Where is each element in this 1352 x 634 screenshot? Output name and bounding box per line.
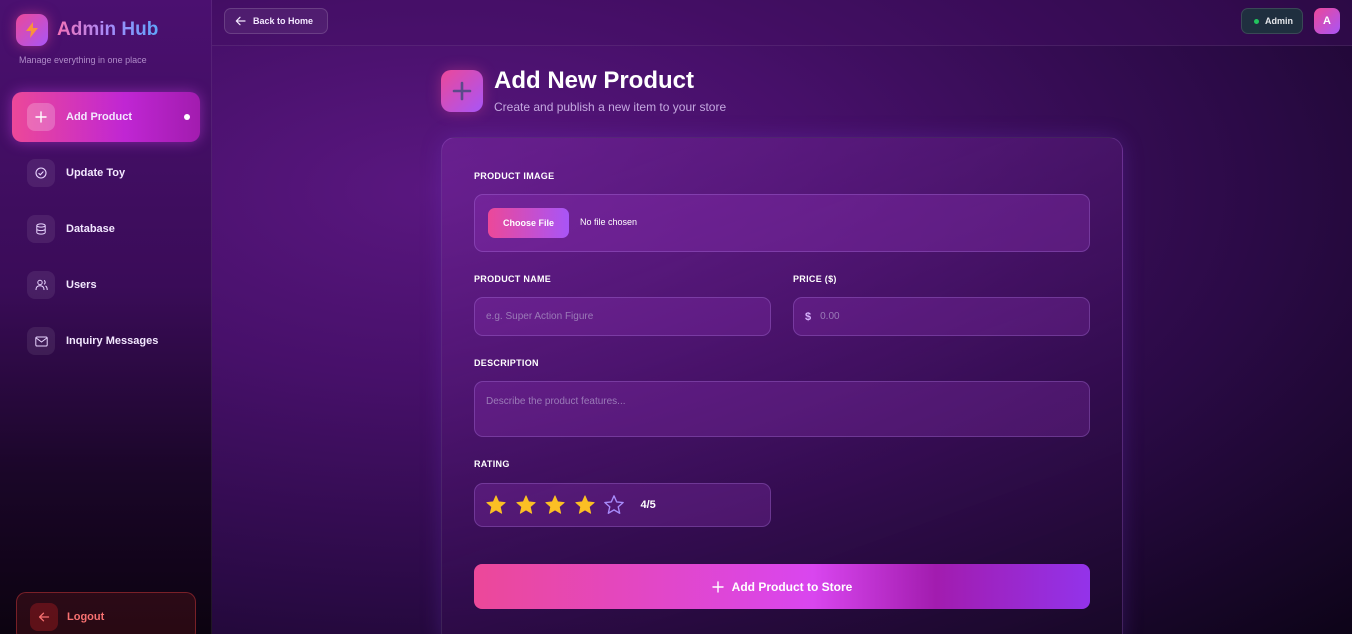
product-name-input[interactable]: e.g. Super Action Figure bbox=[474, 297, 771, 336]
description-textarea[interactable]: Describe the product features... bbox=[474, 381, 1090, 437]
users-icon bbox=[27, 271, 55, 299]
main-content: Back to Home Admin A Add New Product Cre… bbox=[212, 0, 1352, 634]
rating-selector: 4/5 bbox=[474, 483, 771, 527]
sidebar-item-label: Database bbox=[66, 223, 115, 235]
back-to-home-button[interactable]: Back to Home bbox=[224, 8, 328, 34]
mail-icon bbox=[27, 327, 55, 355]
star-filled-icon[interactable] bbox=[544, 494, 566, 516]
arrow-left-icon bbox=[235, 16, 246, 26]
star-empty-icon[interactable] bbox=[603, 494, 625, 516]
sidebar-nav: Add Product Update Toy Database Users In… bbox=[12, 92, 200, 372]
avatar[interactable]: A bbox=[1314, 8, 1340, 34]
product-form-card: PRODUCT IMAGE Choose File No file chosen… bbox=[441, 137, 1123, 634]
sidebar-item-inquiry-messages[interactable]: Inquiry Messages bbox=[12, 316, 200, 366]
star-filled-icon[interactable] bbox=[485, 494, 507, 516]
arrow-left-icon bbox=[30, 603, 58, 631]
choose-file-button[interactable]: Choose File bbox=[488, 208, 569, 238]
star-filled-icon[interactable] bbox=[515, 494, 537, 516]
sidebar-item-users[interactable]: Users bbox=[12, 260, 200, 310]
description-label: DESCRIPTION bbox=[474, 358, 539, 368]
sidebar: Admin Hub Manage everything in one place… bbox=[0, 0, 212, 634]
page-title: Add New Product bbox=[494, 67, 695, 94]
price-input[interactable]: $ 0.00 bbox=[793, 297, 1090, 336]
brand-title: Admin Hub bbox=[57, 19, 159, 40]
brand: Admin Hub bbox=[16, 14, 158, 46]
check-circle-icon bbox=[27, 159, 55, 187]
price-label: PRICE ($) bbox=[793, 274, 837, 284]
sidebar-item-label: Add Product bbox=[66, 111, 132, 123]
admin-label: Admin bbox=[1265, 16, 1293, 26]
product-name-placeholder: e.g. Super Action Figure bbox=[486, 311, 594, 322]
dollar-icon: $ bbox=[805, 310, 812, 323]
logout-button[interactable]: Logout bbox=[16, 592, 196, 634]
sidebar-item-add-product[interactable]: Add Product bbox=[12, 92, 200, 142]
top-bar: Back to Home Admin A bbox=[212, 0, 1352, 46]
rating-label: RATING bbox=[474, 459, 510, 469]
page-subtitle: Create and publish a new item to your st… bbox=[494, 100, 727, 114]
database-icon bbox=[27, 215, 55, 243]
sidebar-item-database[interactable]: Database bbox=[12, 204, 200, 254]
description-placeholder: Describe the product features... bbox=[486, 396, 626, 407]
brand-subtitle: Manage everything in one place bbox=[19, 55, 147, 65]
submit-label: Add Product to Store bbox=[731, 579, 853, 594]
product-image-input[interactable]: Choose File No file chosen bbox=[474, 194, 1090, 252]
sidebar-item-label: Update Toy bbox=[66, 167, 126, 179]
add-product-icon bbox=[441, 70, 483, 112]
sidebar-item-label: Users bbox=[66, 279, 97, 291]
logout-label: Logout bbox=[67, 611, 105, 623]
add-product-submit-button[interactable]: Add Product to Store bbox=[474, 564, 1090, 609]
no-file-text: No file chosen bbox=[580, 217, 638, 227]
admin-status-badge: Admin bbox=[1241, 8, 1303, 34]
sidebar-item-label: Inquiry Messages bbox=[66, 335, 159, 347]
product-name-label: PRODUCT NAME bbox=[474, 274, 552, 284]
back-to-home-label: Back to Home bbox=[253, 16, 314, 26]
lightning-icon bbox=[16, 14, 48, 46]
active-indicator bbox=[184, 114, 190, 120]
plus-icon bbox=[27, 103, 55, 131]
product-image-label: PRODUCT IMAGE bbox=[474, 171, 555, 181]
plus-icon bbox=[711, 580, 724, 593]
online-dot-icon bbox=[1254, 18, 1259, 24]
sidebar-item-update-toy[interactable]: Update Toy bbox=[12, 148, 200, 198]
star-filled-icon[interactable] bbox=[574, 494, 596, 516]
price-placeholder: 0.00 bbox=[820, 311, 840, 322]
rating-value: 4/5 bbox=[640, 499, 656, 511]
